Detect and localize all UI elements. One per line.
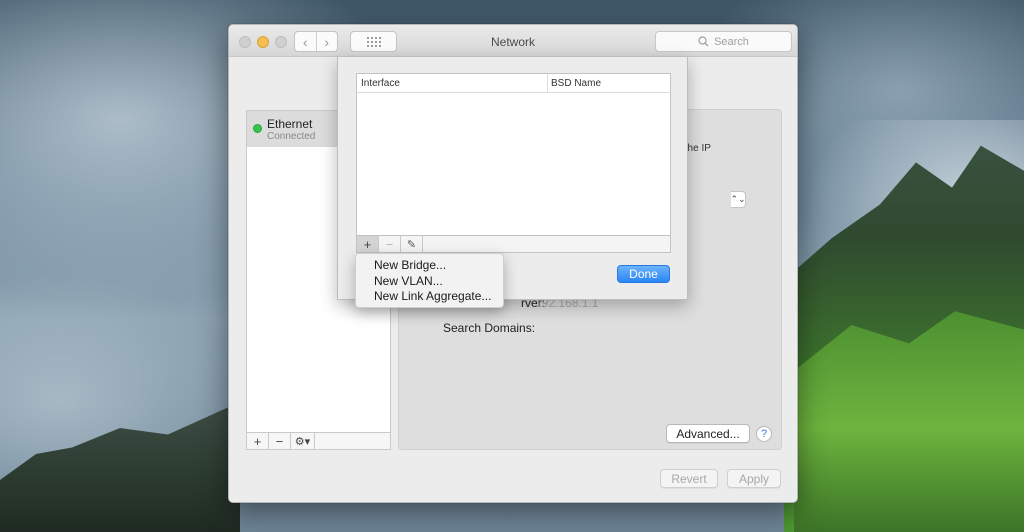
edit-interface-button[interactable]: ✎ <box>401 236 423 252</box>
column-bsd-name[interactable]: BSD Name <box>551 78 601 89</box>
done-button[interactable]: Done <box>617 265 670 283</box>
add-service-button[interactable]: + <box>247 433 269 449</box>
menu-item-new-bridge[interactable]: New Bridge... <box>356 258 503 274</box>
help-button[interactable]: ? <box>756 426 772 442</box>
remove-interface-button[interactable]: − <box>379 236 401 252</box>
menu-item-new-link-aggregate[interactable]: New Link Aggregate... <box>356 289 503 305</box>
interface-table[interactable]: Interface BSD Name <box>356 73 671 236</box>
configure-popup-arrows[interactable]: ⌃⌄ <box>730 191 746 208</box>
interface-table-toolbar: + − ✎ <box>356 236 671 253</box>
title-bar: ‹ › Network Search <box>229 25 797 57</box>
service-name: Ethernet <box>267 117 313 131</box>
menu-item-new-vlan[interactable]: New VLAN... <box>356 274 503 290</box>
search-field[interactable]: Search <box>655 31 792 52</box>
advanced-button[interactable]: Advanced... <box>666 424 750 443</box>
table-header: Interface BSD Name <box>357 74 670 93</box>
column-divider <box>547 74 548 93</box>
connected-status-icon <box>253 124 262 133</box>
search-placeholder: Search <box>714 35 749 48</box>
column-interface[interactable]: Interface <box>361 78 400 89</box>
revert-button[interactable]: Revert <box>660 469 718 488</box>
remove-service-button[interactable]: − <box>269 433 291 449</box>
pencil-icon: ✎ <box>406 238 417 251</box>
gear-menu-button[interactable]: ⚙▾ <box>291 433 315 449</box>
apply-button[interactable]: Apply <box>727 469 781 488</box>
search-icon <box>698 36 709 47</box>
add-interface-button[interactable]: + <box>357 236 379 252</box>
service-status: Connected <box>267 131 316 142</box>
service-list-toolbar: + − ⚙▾ <box>246 432 391 450</box>
search-domains-label: Search Domains: <box>443 321 536 335</box>
add-interface-menu: New Bridge... New VLAN... New Link Aggre… <box>355 253 504 308</box>
